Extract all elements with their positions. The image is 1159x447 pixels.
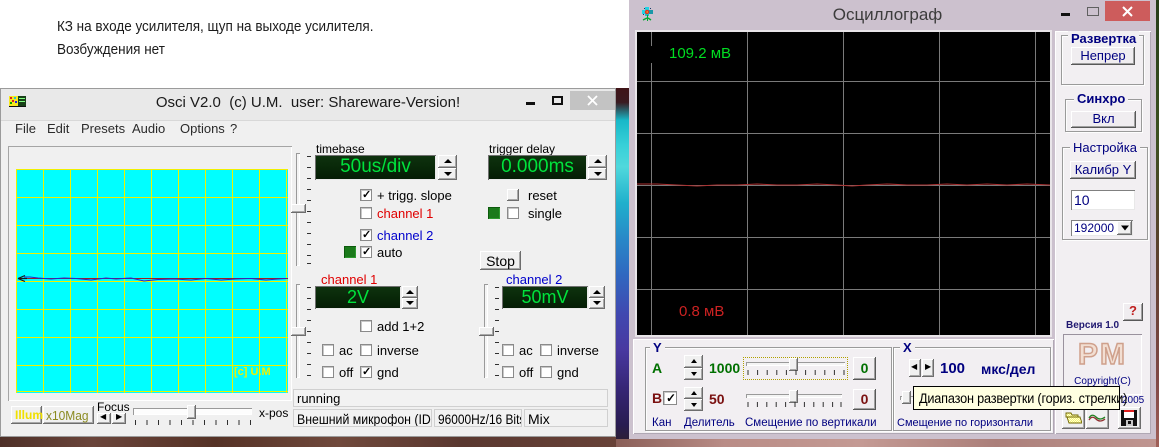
svg-text:109.2 мВ: 109.2 мВ xyxy=(669,45,731,62)
svg-text:[c] U.M: [c] U.M xyxy=(234,366,271,378)
svg-text:0.8 мВ: 0.8 мВ xyxy=(679,303,724,320)
